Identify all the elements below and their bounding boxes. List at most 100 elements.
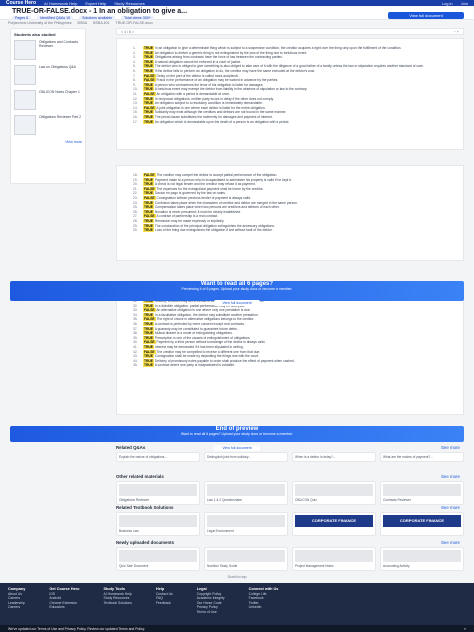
material-card[interactable]: Contracts Reviewer: [380, 481, 464, 505]
statement: A check is not legal tender and the cred…: [154, 182, 256, 187]
material-card[interactable]: OBLICON Quiz: [292, 481, 376, 505]
textbook-card[interactable]: CORPORATE FINANCE: [380, 512, 464, 536]
footer-link[interactable]: Feedback: [156, 601, 173, 606]
related-doc-title: Obligations Reviewer Part 2: [39, 115, 82, 119]
section-title: Related Textbook Solutions: [116, 505, 174, 510]
breadcrumb-item[interactable]: BSBA: [78, 21, 88, 25]
statement: A person who contravenes the tenor of hi…: [154, 82, 264, 87]
answer-highlight: TRUE: [143, 55, 154, 60]
textbook-cover: [207, 515, 285, 527]
see-more-link[interactable]: See more: [441, 505, 460, 510]
answer-highlight: TRUE: [143, 358, 154, 363]
statement: The creditor may compel the debtor to ac…: [156, 173, 278, 177]
card-title: Contracts Reviewer: [383, 498, 411, 502]
statement: A natural obligation cannot be enforced …: [154, 59, 242, 64]
statement: The debtor who is obliged to give someth…: [154, 64, 424, 69]
footer-heading: Connect with Us: [248, 587, 279, 591]
login-link[interactable]: Log in: [442, 1, 453, 6]
document-page-3: 31. TRUE Solidary creditors may act in be…: [116, 291, 464, 415]
related-doc[interactable]: Obligations Reviewer Part 2: [14, 115, 82, 137]
statement: Confusion takes place when the character…: [154, 200, 298, 205]
footer-link[interactable]: Careers: [8, 605, 25, 610]
zoom-controls[interactable]: − +: [454, 30, 459, 34]
statement: In an obligation to give a determinate t…: [154, 46, 402, 50]
statement: In reciprocal obligations, neither party…: [154, 96, 274, 101]
upload-card[interactable]: Nutrition Study Guide: [204, 547, 288, 571]
related-qa-section: Related Q&As See more Explain the nature …: [116, 445, 464, 462]
close-icon[interactable]: ×: [464, 627, 466, 631]
section-title: Newly uploaded documents: [116, 540, 175, 545]
statement: An obligation to deliver a generic thing…: [154, 50, 308, 55]
statement: A contract is perfected by mere consent …: [154, 321, 245, 326]
statement: Prescription is one of the causes of ext…: [154, 335, 251, 340]
footer-link[interactable]: Terms of Use: [197, 610, 225, 615]
end-of-preview-banner: End of preview Want to read all 6 pages?…: [10, 426, 464, 451]
statement: A joint obligation is one where each deb…: [156, 105, 266, 110]
textbook-cover: CORPORATE FINANCE: [383, 515, 461, 527]
footer-heading: Company: [8, 587, 26, 591]
material-card[interactable]: Obligations Reviewer: [116, 481, 200, 505]
nav-item[interactable]: Expert Help: [85, 1, 106, 6]
answer-highlight: TRUE: [143, 363, 154, 368]
upload-card[interactable]: Quiz Sale Document: [116, 547, 200, 571]
answer-highlight: FALSE: [143, 78, 156, 83]
doc-thumbnail: [14, 40, 36, 60]
join-link[interactable]: Join: [461, 1, 468, 6]
card-thumbnail: [207, 484, 285, 496]
statement: Solidarity may exist although the credit…: [154, 110, 287, 115]
answer-highlight: TRUE: [143, 191, 154, 196]
answer-highlight: FALSE: [143, 105, 156, 110]
qa-card[interactable]: When is a debtor in delay?...: [292, 452, 376, 462]
answer-highlight: TRUE: [143, 344, 154, 349]
related-doc[interactable]: Law on Obligations Q&A: [14, 65, 82, 87]
qa-card[interactable]: Explain the nature of obligations...: [116, 452, 200, 462]
statement: Obligations arising from contracts have …: [154, 55, 283, 60]
footer-link[interactable]: LinkedIn: [249, 605, 279, 610]
view-more-link[interactable]: View more: [14, 140, 82, 144]
upload-card[interactable]: Accounting Activity: [380, 547, 464, 571]
qa-card[interactable]: Distinguish joint from solidary...: [204, 452, 288, 462]
views-badge: Total views 300+: [121, 16, 154, 20]
related-doc[interactable]: OBLICON Notes Chapter 1: [14, 90, 82, 112]
related-doc[interactable]: Obligations and Contracts Reviewer: [14, 40, 82, 62]
textbook-card[interactable]: Business Law: [116, 512, 200, 536]
textbook-card[interactable]: Legal Environment: [204, 512, 288, 536]
statement: Dacion en pago is governed by the law on…: [154, 191, 226, 196]
textbook-card[interactable]: CORPORATE FINANCE: [292, 512, 376, 536]
qa-badge[interactable]: Identified Q&As 15: [37, 16, 74, 20]
textbook-cover: CORPORATE FINANCE: [295, 515, 373, 527]
footer-link[interactable]: Educators: [49, 605, 79, 610]
see-more-link[interactable]: See more: [441, 445, 460, 450]
see-more-link[interactable]: See more: [441, 540, 460, 545]
answer-highlight: TRUE: [143, 46, 154, 50]
upload-card[interactable]: Project Management Notes: [292, 547, 376, 571]
nav-item[interactable]: Study Resources: [114, 1, 144, 6]
statement: If the debtor fails to perform an obliga…: [154, 68, 315, 73]
sidebar-title: Students also studied: [14, 32, 56, 37]
see-more-link[interactable]: See more: [441, 474, 460, 479]
answer-highlight: FALSE: [143, 91, 156, 96]
footer-column: Company About Us Careers Leadership Careers: [8, 587, 25, 621]
view-full-document-button[interactable]: View full document: [388, 12, 464, 19]
footer-link[interactable]: Textbook Solutions: [103, 601, 131, 606]
page-navigation[interactable]: < 1 / 6 >: [121, 30, 134, 34]
statement: Fraud in the performance of an obligatio…: [156, 78, 279, 83]
doc-thumbnail: [14, 115, 36, 135]
answer-highlight: FALSE: [143, 73, 156, 78]
answer-highlight: TRUE: [143, 177, 154, 182]
material-card[interactable]: Law 1 & 2 Questionnaire: [204, 481, 288, 505]
answer-highlight: TRUE: [143, 110, 154, 115]
breadcrumb-item[interactable]: BSBA 401: [93, 21, 109, 25]
solutions-badge[interactable]: Solutions available: [79, 16, 116, 20]
scroll-to-top-link[interactable]: Scroll to top: [0, 575, 474, 579]
question-line: 45. TRUE A contract where one party is in…: [133, 363, 447, 368]
answer-highlight: TRUE: [143, 354, 154, 359]
banner-view-full-button[interactable]: View full document: [214, 300, 260, 306]
card-thumbnail: [383, 484, 461, 496]
answer-highlight: TRUE: [143, 96, 154, 101]
question-number: 30.: [133, 228, 138, 233]
nav-item[interactable]: AI Homework Help: [44, 1, 77, 6]
breadcrumb-item[interactable]: Polytechnic University of the Philippine…: [8, 21, 72, 25]
qa-card[interactable]: What are the modes of payment?...: [380, 452, 464, 462]
answer-highlight: TRUE: [143, 326, 154, 331]
